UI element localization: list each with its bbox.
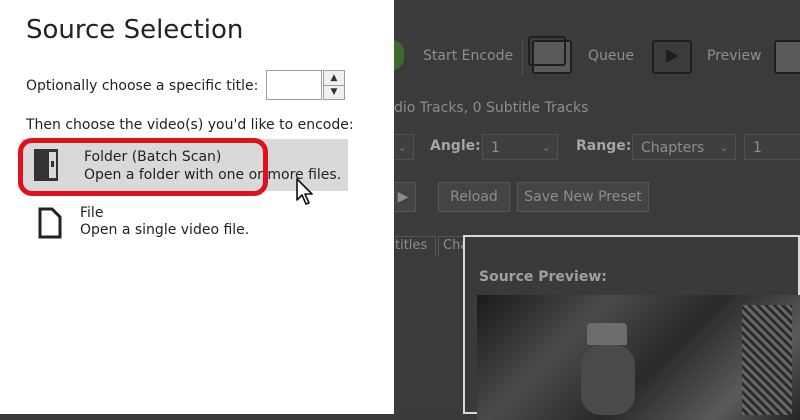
source-preview-title: Source Preview: <box>479 269 607 285</box>
range-label: Range: <box>576 138 632 154</box>
queue-icon <box>528 36 572 74</box>
preview-icon <box>652 40 692 74</box>
toolbar-separator <box>522 38 523 76</box>
title-combo[interactable]: ⌄ <box>394 134 414 160</box>
folder-icon <box>34 149 58 181</box>
presets-icon[interactable] <box>774 40 800 74</box>
file-icon <box>38 207 62 239</box>
chevron-down-icon: ⌄ <box>541 141 551 154</box>
spin-down-icon[interactable]: ▼ <box>324 85 344 99</box>
source-preview-window: Source Preview: <box>463 235 800 420</box>
reload-button[interactable]: Reload <box>438 182 510 212</box>
save-new-preset-button[interactable]: Save New Preset <box>517 182 649 212</box>
range-start-combo[interactable]: 1 <box>744 134 800 160</box>
source-selection-panel: Source Selection Optionally choose a spe… <box>0 0 394 414</box>
title-spinner[interactable]: ▲ ▼ <box>323 70 345 100</box>
tab-subtitles[interactable]: titles <box>394 236 436 256</box>
preview-image <box>477 295 800 420</box>
title-option-label: Optionally choose a specific title: <box>26 78 259 94</box>
range-combo[interactable]: Chapters ⌄ <box>632 134 736 160</box>
choose-videos-label: Then choose the video(s) you'd like to e… <box>26 117 354 133</box>
option-description: Open a single video file. <box>80 222 250 238</box>
spin-up-icon[interactable]: ▲ <box>324 71 344 86</box>
angle-combo[interactable]: 1 ⌄ <box>482 134 558 160</box>
start-encode-button[interactable]: Start Encode <box>423 48 513 64</box>
option-name: File <box>80 205 104 221</box>
angle-label: Angle: <box>430 138 481 154</box>
queue-button[interactable]: Queue <box>588 48 634 64</box>
chevron-down-icon: ⌄ <box>397 141 407 154</box>
play-button[interactable]: ▶ <box>394 182 416 212</box>
start-encode-icon <box>394 40 404 70</box>
title-number-input[interactable] <box>266 70 322 100</box>
chevron-down-icon: ⌄ <box>719 141 729 154</box>
preview-button[interactable]: Preview <box>707 48 762 64</box>
tracks-info: dio Tracks, 0 Subtitle Tracks <box>394 100 589 116</box>
panel-title: Source Selection <box>26 15 244 45</box>
option-name: Folder (Batch Scan) <box>84 149 222 165</box>
file-option[interactable]: File Open a single video file. <box>22 201 348 253</box>
mouse-cursor-icon <box>296 178 313 205</box>
